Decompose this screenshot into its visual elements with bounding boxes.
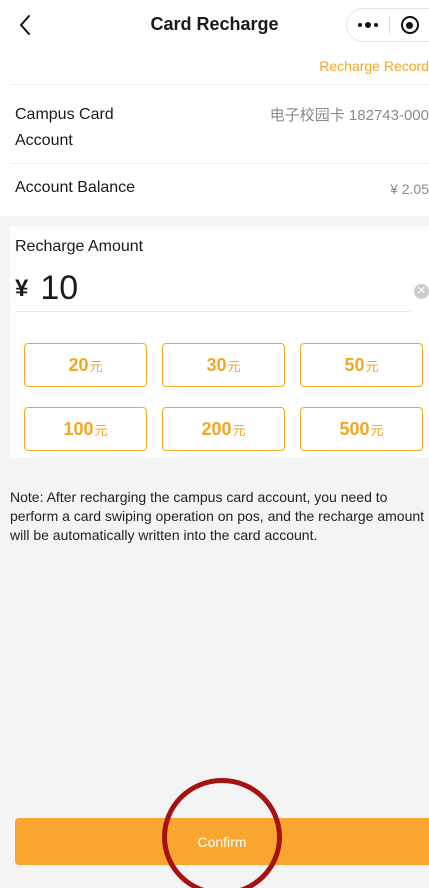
account-info-section: Campus Card Account 电子校园卡 182743-000 Acc… (0, 84, 429, 216)
account-row: Campus Card Account 电子校园卡 182743-000 (10, 84, 429, 164)
preset-amount: 100 (63, 418, 94, 439)
preset-amount: 200 (201, 418, 232, 439)
balance-value: ¥ 2.05 (390, 181, 429, 197)
preset-30-button[interactable]: 30 元 (162, 343, 285, 387)
preset-100-button[interactable]: 100 元 (24, 407, 147, 451)
clear-circle-icon[interactable]: ✕ (414, 284, 429, 299)
more-dots-icon (358, 23, 362, 27)
recharge-record-link[interactable]: Recharge Record (319, 58, 429, 74)
preset-unit: 元 (94, 422, 108, 438)
navigation-bar: Card Recharge (0, 0, 429, 50)
currency-symbol: ¥ (15, 274, 29, 302)
preset-500-button[interactable]: 500 元 (300, 407, 423, 451)
preset-50-button[interactable]: 50 元 (300, 343, 423, 387)
preset-unit: 元 (370, 422, 384, 438)
preset-amount: 500 (339, 418, 370, 439)
recharge-note: Note: After recharging the campus card a… (10, 489, 425, 543)
more-dots-icon-dot (365, 22, 371, 28)
recharge-amount-card: Recharge Amount ¥ 10 ✕ 20 元 30 元 50 元 10… (10, 226, 429, 458)
preset-200-button[interactable]: 200 元 (162, 407, 285, 451)
preset-amount: 30 (206, 354, 227, 375)
balance-label: Account Balance (15, 179, 136, 196)
account-value: 电子校园卡 182743-000 (269, 107, 429, 124)
recharge-amount-title: Recharge Amount (15, 238, 144, 255)
amount-input[interactable]: ¥ 10 ✕ (15, 266, 429, 312)
more-dots-icon-dot (374, 23, 378, 27)
preset-20-button[interactable]: 20 元 (24, 343, 147, 387)
preset-amount-grid: 20 元 30 元 50 元 100 元 200 元 500 元 (24, 343, 429, 451)
preset-unit: 元 (365, 358, 379, 374)
confirm-button[interactable]: Confirm (15, 818, 429, 865)
preset-unit: 元 (232, 422, 246, 438)
mini-program-capsule (346, 8, 429, 42)
record-target-icon (400, 16, 419, 34)
more-button[interactable] (347, 9, 389, 41)
record-bar: Recharge Record (0, 50, 429, 84)
close-target-button[interactable] (390, 9, 429, 41)
confirm-label: Confirm (197, 833, 247, 850)
account-label: Campus Card Account (15, 106, 114, 149)
amount-value[interactable]: 10 (40, 269, 410, 308)
preset-amount: 20 (68, 354, 89, 375)
balance-row: Account Balance ¥ 2.05 (10, 164, 429, 216)
preset-amount: 50 (344, 354, 365, 375)
preset-unit: 元 (89, 358, 103, 374)
preset-unit: 元 (227, 358, 241, 374)
